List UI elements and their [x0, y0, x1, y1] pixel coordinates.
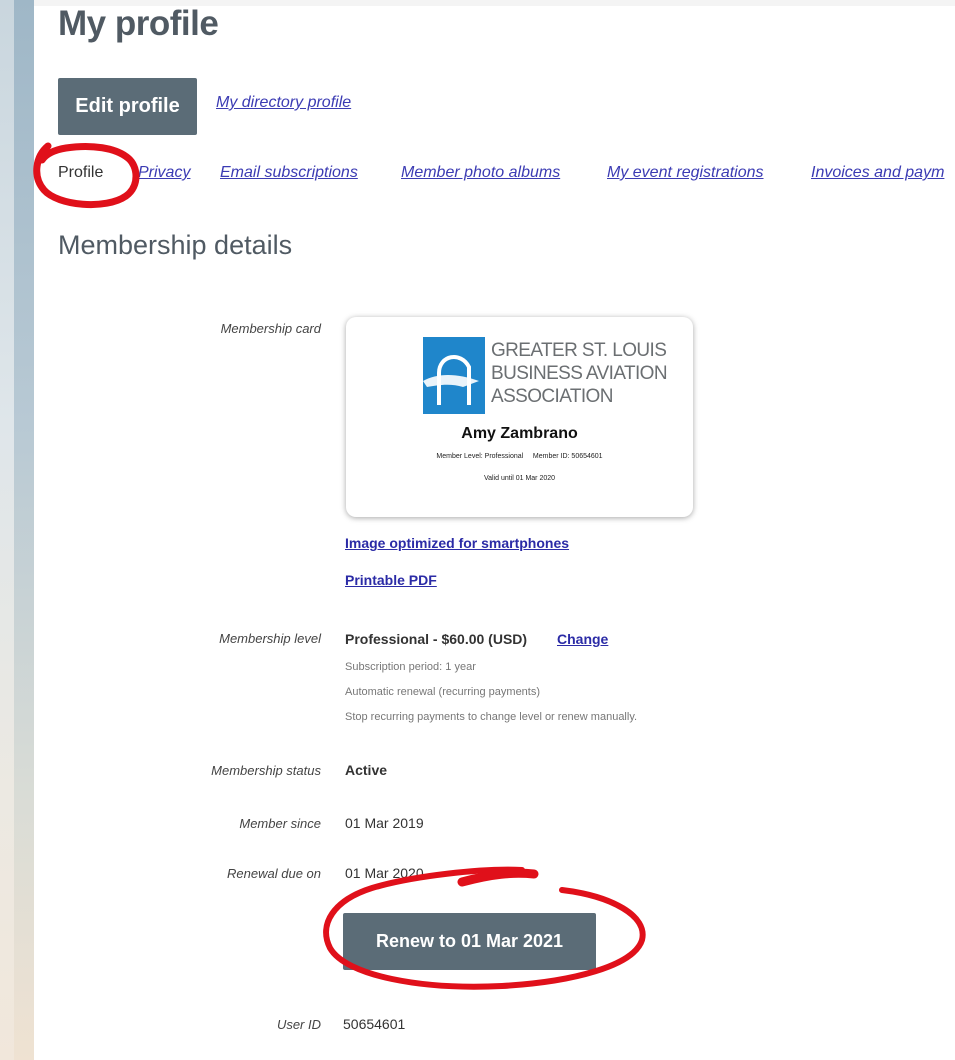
user-id-value: 50654601 [343, 1016, 406, 1032]
membership-status-label: Membership status [211, 763, 321, 778]
association-name: GREATER ST. LOUIS BUSINESS AVIATION ASSO… [491, 340, 668, 407]
tab-privacy[interactable]: Privacy [138, 164, 190, 182]
membership-card-label: Membership card [220, 321, 321, 336]
tab-invoices[interactable]: Invoices and paym [811, 164, 944, 182]
directory-profile-link[interactable]: My directory profile [216, 94, 351, 112]
change-level-link[interactable]: Change [557, 631, 608, 647]
renew-button[interactable]: Renew to 01 Mar 2021 [343, 913, 596, 970]
membership-level-label: Membership level [219, 631, 321, 646]
printable-pdf-link[interactable]: Printable PDF [345, 572, 437, 588]
member-since-value: 01 Mar 2019 [345, 815, 424, 831]
page-left-border [0, 0, 34, 1060]
membership-status-value: Active [345, 762, 388, 778]
page-title: My profile [58, 4, 219, 43]
membership-card: GREATER ST. LOUIS BUSINESS AVIATION ASSO… [346, 317, 693, 517]
member-since-label: Member since [239, 816, 321, 831]
edit-profile-button[interactable]: Edit profile [58, 78, 197, 135]
auto-renewal-note: Automatic renewal (recurring payments) [345, 686, 541, 698]
smartphone-image-link[interactable]: Image optimized for smartphones [345, 535, 569, 551]
tab-email-subscriptions[interactable]: Email subscriptions [220, 164, 358, 182]
card-member-info: Member Level: Professional Member ID: 50… [436, 453, 603, 460]
tab-my-event-registrations[interactable]: My event registrations [607, 164, 764, 182]
tab-profile[interactable]: Profile [58, 164, 103, 182]
renewal-due-label: Renewal due on [227, 866, 321, 881]
subscription-period-note: Subscription period: 1 year [345, 661, 476, 673]
association-logo [423, 337, 485, 414]
renewal-due-value: 01 Mar 2020 [345, 865, 424, 881]
card-valid-until: Valid until 01 Mar 2020 [483, 475, 556, 482]
arch-plane-icon [423, 355, 479, 405]
stop-recurring-note: Stop recurring payments to change level … [345, 711, 638, 723]
tab-member-photo-albums[interactable]: Member photo albums [401, 164, 560, 182]
membership-level-value: Professional - $60.00 (USD) [345, 631, 528, 647]
user-id-label: User ID [276, 1017, 321, 1032]
card-member-name: Amy Zambrano [461, 425, 578, 442]
section-title: Membership details [58, 230, 293, 260]
